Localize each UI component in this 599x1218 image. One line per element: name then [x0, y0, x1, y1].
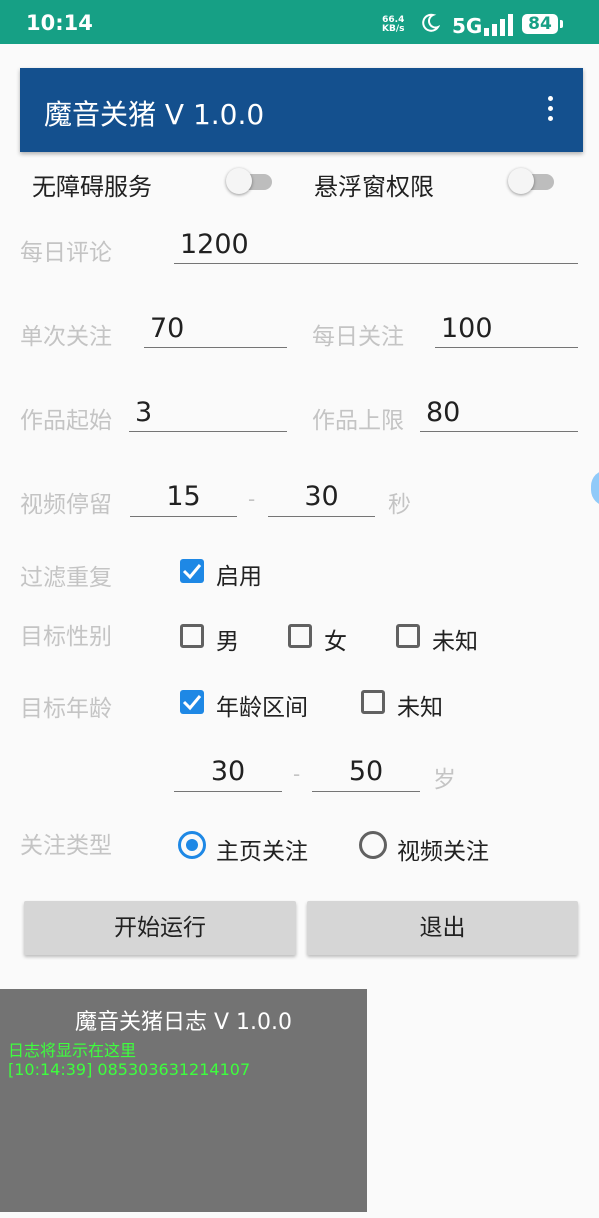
- video-stay-max-input[interactable]: 30: [268, 480, 375, 517]
- floating-edge-handle[interactable]: [591, 470, 599, 506]
- start-button[interactable]: 开始运行: [24, 901, 296, 955]
- log-title: 魔音关猪日志 V 1.0.0: [74, 1010, 292, 1035]
- status-time: 10:14: [26, 11, 93, 35]
- battery-icon: 84: [522, 14, 558, 34]
- accessibility-switch[interactable]: [226, 166, 274, 196]
- follow-homepage-option[interactable]: 主页关注: [216, 832, 308, 866]
- age-range-option[interactable]: 年龄区间: [216, 688, 308, 722]
- age-max-input[interactable]: 50: [312, 755, 420, 792]
- gender-female-checkbox[interactable]: [288, 624, 312, 648]
- filter-dup-checkbox[interactable]: [180, 559, 204, 583]
- works-start-label: 作品起始: [20, 408, 112, 434]
- video-stay-label: 视频停留: [20, 492, 112, 518]
- daily-comment-input[interactable]: 1200: [174, 228, 578, 264]
- log-panel[interactable]: 魔音关猪日志 V 1.0.0 日志将显示在这里 [10:14:39] 08530…: [0, 989, 367, 1212]
- age-separator: -: [293, 762, 301, 786]
- filter-dup-label: 过滤重复: [20, 565, 112, 591]
- follow-homepage-radio[interactable]: [178, 831, 206, 859]
- works-limit-input[interactable]: 80: [420, 396, 578, 432]
- daily-follow-label: 每日关注: [312, 324, 404, 350]
- age-unknown-option[interactable]: 未知: [397, 688, 443, 722]
- gender-male-option[interactable]: 男: [216, 622, 239, 656]
- network-type: 5G: [452, 14, 483, 38]
- net-speed-unit: KB/s: [382, 24, 405, 34]
- works-limit-label: 作品上限: [312, 408, 404, 434]
- exit-button[interactable]: 退出: [307, 901, 578, 955]
- follow-type-label: 关注类型: [20, 833, 112, 859]
- overlay-label: 悬浮窗权限: [314, 173, 434, 201]
- works-start-input[interactable]: 3: [129, 396, 287, 432]
- video-stay-min-input[interactable]: 15: [130, 480, 237, 517]
- age-unit: 岁: [433, 767, 456, 793]
- age-label: 目标年龄: [20, 696, 112, 722]
- battery-cap: [560, 20, 563, 28]
- gender-unknown-checkbox[interactable]: [396, 624, 420, 648]
- daily-comment-label: 每日评论: [20, 240, 112, 266]
- app-title: 魔音关猪 V 1.0.0: [44, 98, 265, 131]
- video-stay-unit: 秒: [388, 492, 411, 518]
- follow-video-radio[interactable]: [359, 831, 387, 859]
- moon-icon: [422, 13, 440, 32]
- filter-dup-option[interactable]: 启用: [216, 557, 262, 591]
- gender-male-checkbox[interactable]: [180, 624, 204, 648]
- accessibility-label: 无障碍服务: [32, 173, 152, 201]
- age-unknown-checkbox[interactable]: [361, 690, 385, 714]
- signal-icon: [484, 14, 513, 36]
- age-range-checkbox[interactable]: [180, 690, 204, 714]
- age-min-input[interactable]: 30: [174, 755, 282, 792]
- net-speed: 66.4 KB/s: [382, 16, 404, 34]
- single-follow-label: 单次关注: [20, 324, 112, 350]
- gender-female-option[interactable]: 女: [324, 622, 347, 656]
- more-vert-icon[interactable]: [546, 96, 554, 126]
- log-line: 日志将显示在这里: [8, 1041, 137, 1060]
- gender-label: 目标性别: [20, 624, 112, 650]
- single-follow-input[interactable]: 70: [144, 312, 287, 348]
- log-line: [10:14:39] 085303631214107: [8, 1060, 251, 1079]
- status-bar: 10:14 66.4 KB/s 5G 84: [0, 0, 599, 44]
- daily-follow-input[interactable]: 100: [435, 312, 578, 348]
- gender-unknown-option[interactable]: 未知: [432, 622, 478, 656]
- app-bar: 魔音关猪 V 1.0.0: [20, 68, 583, 152]
- follow-video-option[interactable]: 视频关注: [397, 832, 489, 866]
- video-stay-separator: -: [248, 487, 256, 511]
- overlay-switch[interactable]: [508, 166, 556, 196]
